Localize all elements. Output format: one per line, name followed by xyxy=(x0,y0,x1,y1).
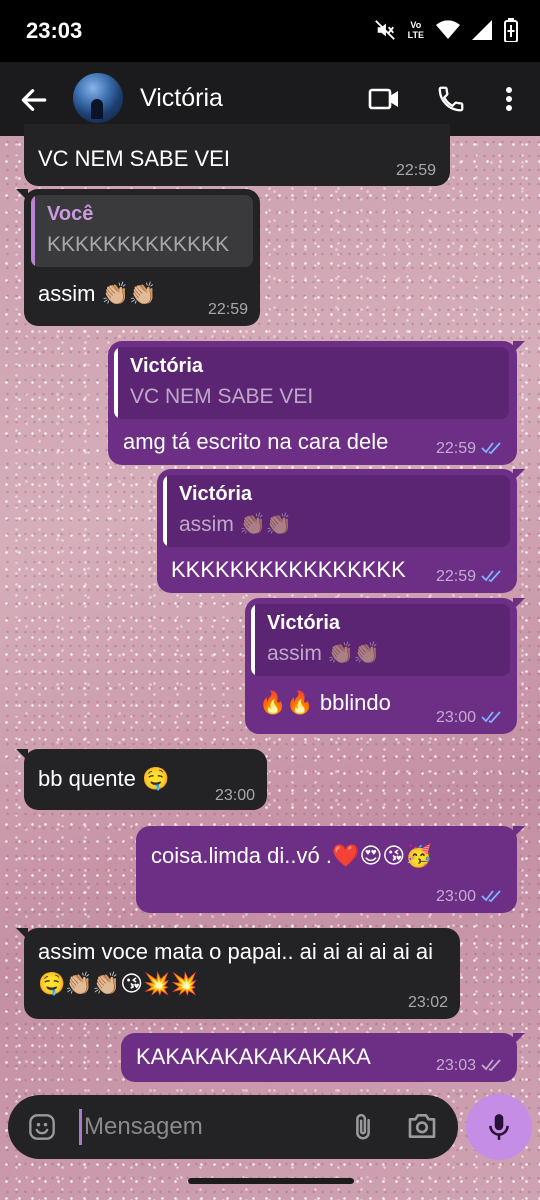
message-time: 23:02 xyxy=(407,994,448,1011)
message-outgoing[interactable]: Victória assim 👏🏼👏🏼 KKKKKKKKKKKKKKKK 22:… xyxy=(157,469,525,593)
status-time: 23:03 xyxy=(26,18,83,43)
quote-author: Você xyxy=(47,203,94,225)
reply-quote[interactable]: Victória assim 👏🏼👏🏼 xyxy=(163,475,510,547)
reply-quote[interactable]: Victória assim 👏🏼👏🏼 xyxy=(251,604,510,676)
navigation-handle[interactable] xyxy=(188,1178,354,1184)
message-time: 22:59 xyxy=(435,568,476,585)
phone-call-icon[interactable] xyxy=(436,84,466,114)
message-outgoing[interactable]: Victória VC NEM SABE VEI amg tá escrito … xyxy=(108,341,525,465)
status-icons: Vo LTE xyxy=(374,18,518,42)
message-time: 22:59 xyxy=(207,301,248,318)
mute-icon xyxy=(374,20,395,40)
video-call-icon[interactable] xyxy=(368,84,400,114)
message-incoming[interactable]: assim voce mata o papai.. ai ai ai ai ai… xyxy=(16,928,460,1019)
signal-icon xyxy=(472,20,492,40)
message-time: 23:00 xyxy=(435,709,476,726)
message-incoming[interactable]: Você KKKKKKKKKKKKK assim 👏🏼👏🏼 22:59 xyxy=(16,189,260,326)
quote-bar xyxy=(31,195,35,267)
message-text: VC NEM SABE VEI xyxy=(38,146,230,171)
quote-text: VC NEM SABE VEI xyxy=(130,385,314,408)
message-text: 🔥🔥 bblindo xyxy=(259,690,391,715)
message-outgoing[interactable]: coisa.limda di..vó .❤️😍😘🥳 23:00 xyxy=(136,826,525,913)
delivered-ticks-icon xyxy=(481,1059,501,1072)
message-outgoing[interactable]: Victória assim 👏🏼👏🏼 🔥🔥 bblindo 23:00 xyxy=(245,598,525,734)
message-incoming[interactable]: bb quente 🤤 23:00 xyxy=(16,749,267,810)
quote-bar xyxy=(114,347,118,419)
message-text: bb quente 🤤 xyxy=(38,766,170,791)
quote-bar xyxy=(163,475,167,547)
message-time: 23:00 xyxy=(435,888,476,905)
emoji-icon[interactable] xyxy=(28,1113,56,1141)
status-bar: 23:03 Vo LTE xyxy=(0,0,540,62)
back-arrow-icon[interactable] xyxy=(18,84,50,116)
message-time: 22:59 xyxy=(395,162,436,179)
quote-text: assim 👏🏼👏🏼 xyxy=(267,642,380,665)
read-ticks-icon xyxy=(481,711,501,724)
message-input[interactable] xyxy=(84,1107,334,1147)
reply-quote[interactable]: Victória VC NEM SABE VEI xyxy=(114,347,509,419)
message-text: assim voce mata o papai.. ai ai ai ai ai… xyxy=(38,939,433,996)
quote-author: Victória xyxy=(130,355,203,377)
battery-icon xyxy=(504,18,518,42)
wifi-icon xyxy=(436,20,460,39)
camera-icon[interactable] xyxy=(406,1111,438,1141)
avatar[interactable] xyxy=(73,73,123,123)
read-ticks-icon xyxy=(481,570,501,583)
read-ticks-icon xyxy=(481,442,501,455)
message-incoming[interactable]: VC NEM SABE VEI 22:59 xyxy=(24,124,450,186)
read-ticks-icon xyxy=(481,890,501,903)
message-time: 23:03 xyxy=(435,1057,476,1074)
quote-text: assim 👏🏼👏🏼 xyxy=(179,513,292,536)
message-composer xyxy=(8,1095,458,1159)
message-time: 23:00 xyxy=(214,787,255,804)
attach-icon[interactable] xyxy=(348,1111,378,1143)
message-text: KKKKKKKKKKKKKKKK xyxy=(171,557,406,582)
mic-button[interactable] xyxy=(466,1094,532,1160)
contact-name[interactable]: Victória xyxy=(140,84,223,113)
message-time: 22:59 xyxy=(435,440,476,457)
quote-bar xyxy=(251,604,255,676)
microphone-icon xyxy=(489,1114,509,1140)
message-text: amg tá escrito na cara dele xyxy=(123,429,389,454)
text-caret xyxy=(79,1109,82,1145)
quote-author: Victória xyxy=(267,612,340,634)
volte-indicator: Vo LTE xyxy=(407,20,424,40)
more-options-icon[interactable] xyxy=(498,84,520,114)
message-outgoing[interactable]: KAKAKAKAKAKAKAKA 23:03 xyxy=(121,1033,525,1082)
quote-author: Victória xyxy=(179,483,252,505)
reply-quote[interactable]: Você KKKKKKKKKKKKK xyxy=(31,195,253,267)
message-text: KAKAKAKAKAKAKAKA xyxy=(136,1044,371,1069)
quote-text: KKKKKKKKKKKKK xyxy=(47,233,230,256)
message-text: assim 👏🏼👏🏼 xyxy=(38,281,157,306)
message-text: coisa.limda di..vó .❤️😍😘🥳 xyxy=(151,843,433,868)
